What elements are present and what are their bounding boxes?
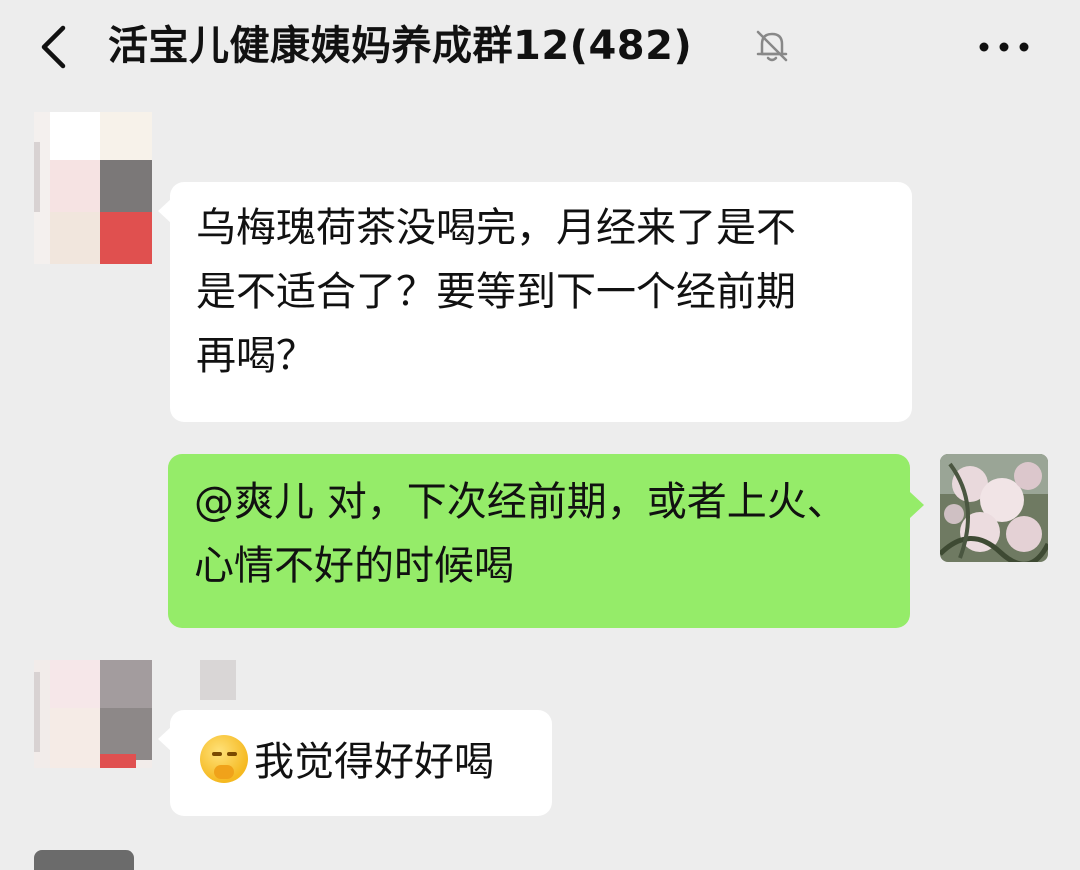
message-list[interactable]: 乌梅瑰荷茶没喝完，月经来了是不 是不适合了？要等到下一个经前期 再喝？ @爽儿 … — [0, 104, 1080, 870]
bell-off-icon — [756, 30, 788, 62]
chat-header: 活宝儿健康姨妈养成群12(482) — [0, 0, 1080, 104]
back-button[interactable] — [30, 22, 80, 72]
hand-over-mouth-emoji — [200, 735, 248, 783]
message-text: 心情不好的时候喝 — [194, 543, 514, 589]
message-bubble[interactable]: 我觉得好好喝 — [170, 710, 552, 816]
message-text: 是不适合了？要等到下一个经前期 — [196, 269, 796, 315]
more-icon — [979, 42, 1029, 52]
chevron-left-icon — [41, 25, 66, 69]
message-bubble[interactable]: 乌梅瑰荷茶没喝完，月经来了是不 是不适合了？要等到下一个经前期 再喝？ — [170, 182, 912, 422]
avatar[interactable] — [34, 660, 152, 768]
message-bubble[interactable]: @爽儿 对，下次经前期，或者上火、 心情不好的时候喝 — [168, 454, 910, 628]
message-text: 乌梅瑰荷茶没喝完，月经来了是不 — [196, 205, 796, 251]
avatar[interactable] — [34, 112, 152, 264]
bubble-tail — [910, 492, 924, 518]
nickname-placeholder — [200, 660, 236, 700]
avatar[interactable] — [34, 850, 134, 870]
flower-photo-icon — [940, 454, 1048, 562]
message-text: 再喝？ — [196, 333, 316, 379]
message-text: @爽儿 对，下次经前期，或者上火、 — [194, 479, 847, 525]
message-text: 我觉得好好喝 — [254, 739, 494, 785]
more-button[interactable] — [974, 22, 1034, 72]
mute-indicator — [752, 26, 792, 66]
chat-title: 活宝儿健康姨妈养成群12(482) — [108, 23, 693, 69]
avatar[interactable] — [940, 454, 1048, 562]
